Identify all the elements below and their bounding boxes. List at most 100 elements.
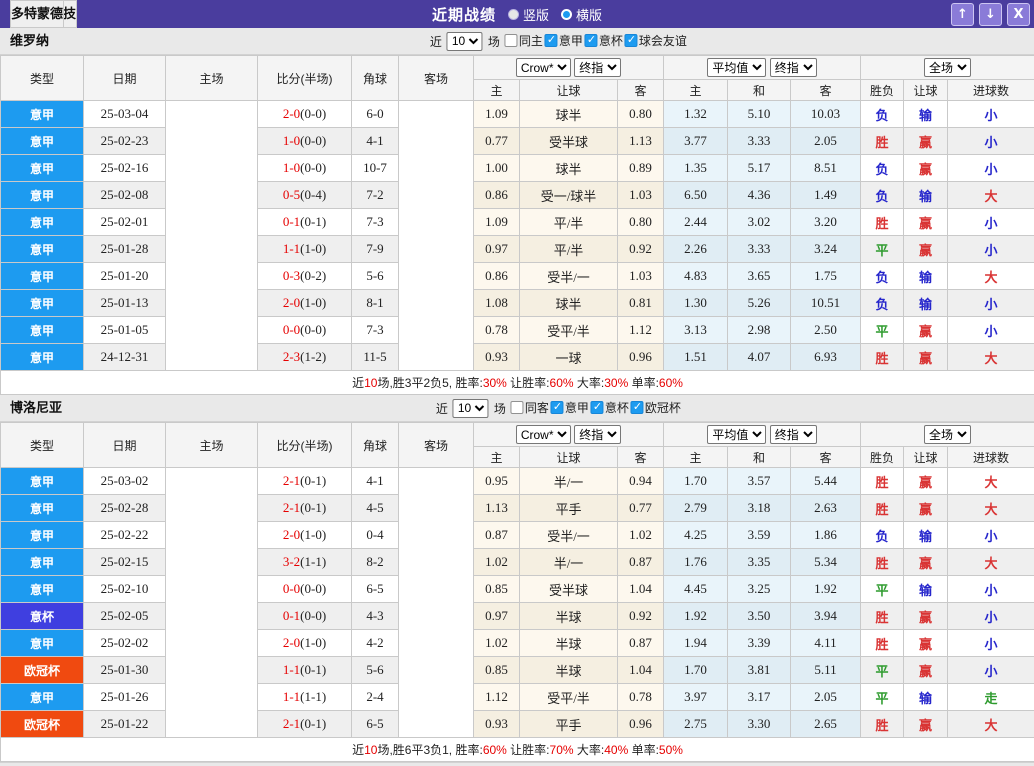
fulltime-score: 1-1 — [283, 241, 300, 256]
avg-home: 1.70 — [664, 468, 728, 495]
filter-checkbox[interactable]: 意杯 — [591, 399, 629, 416]
odds-company-select[interactable]: Crow* — [516, 58, 571, 77]
filter-checkbox-label: 欧冠杯 — [645, 399, 681, 416]
col-header-date: 日期 — [84, 56, 166, 101]
league-type-badge: 意甲 — [1, 101, 84, 128]
summary-text: 60% — [550, 376, 574, 390]
radio-horizontal-label: 横版 — [576, 5, 602, 24]
avg-away: 1.49 — [791, 182, 861, 209]
result-handicap: 赢 — [904, 128, 948, 155]
table-row: 意甲25-01-201维罗纳0-3(0-2)5-6拉齐奥0.86受半/一1.03… — [1, 263, 1034, 290]
match-date: 25-01-20 — [84, 263, 166, 290]
checkbox-icon — [631, 401, 644, 414]
avg-home: 3.77 — [664, 128, 728, 155]
avg-away: 4.11 — [791, 630, 861, 657]
filter-checkbox[interactable]: 欧冠杯 — [631, 399, 681, 416]
result-goals: 小 — [948, 236, 1034, 263]
avg-away: 2.63 — [791, 495, 861, 522]
matches-table-verona: 类型 日期 主场 比分(半场) 角球 客场 Crow* 终指 平均值 终指 全场… — [0, 55, 1034, 395]
odds-handicap: 受半球 — [520, 128, 618, 155]
odds-group-header: Crow* 终指 — [474, 423, 664, 447]
filter-checkbox-group: 同主意甲意杯球会友谊 — [503, 32, 687, 50]
col-header-home: 主场 — [166, 56, 258, 101]
avg-stage-select[interactable]: 终指 — [770, 58, 817, 77]
avg-source-select[interactable]: 平均值 — [707, 425, 766, 444]
filter-checkbox[interactable]: 同客 — [511, 399, 549, 416]
league-type-badge: 意甲 — [1, 495, 84, 522]
corner-count: 10-7 — [352, 155, 399, 182]
avg-draw: 3.33 — [728, 236, 791, 263]
score-cell: 2-0(1-0) — [258, 290, 352, 317]
match-date: 25-01-22 — [84, 711, 166, 738]
league-type-badge: 意甲 — [1, 317, 84, 344]
score-cell: 2-0(1-0) — [258, 630, 352, 657]
filter-checkbox[interactable]: 意甲 — [545, 32, 583, 49]
result-handicap: 赢 — [904, 468, 948, 495]
match-date: 24-12-31 — [84, 344, 166, 371]
scope-select[interactable]: 全场 — [924, 425, 971, 444]
layout-radio-horizontal[interactable]: 横版 — [561, 5, 602, 24]
avg-away: 3.94 — [791, 603, 861, 630]
avg-away: 1.86 — [791, 522, 861, 549]
odds-home: 0.97 — [474, 603, 520, 630]
result-outcome: 胜 — [861, 711, 904, 738]
summary-text: 50% — [659, 743, 683, 757]
avg-away: 2.05 — [791, 128, 861, 155]
halftime-score: (1-2) — [300, 349, 326, 364]
filter-checkbox[interactable]: 同主 — [505, 32, 543, 49]
odds-stage-select[interactable]: 终指 — [574, 58, 621, 77]
filter-controls: 近 10 场 同客意甲意杯欧冠杯 — [436, 395, 681, 421]
odds-group-header: Crow* 终指 — [474, 56, 664, 80]
match-count-select[interactable]: 10 — [453, 399, 489, 418]
move-down-button[interactable]: ↓ — [979, 3, 1002, 26]
avg-away: 2.05 — [791, 684, 861, 711]
table-row: 意杯25-02-05亚特兰大0-1(0-0)4-3博洛尼亚0.97半球0.921… — [1, 603, 1034, 630]
result-group-header: 全场 — [861, 56, 1034, 80]
odds-away: 0.80 — [618, 209, 664, 236]
scope-select[interactable]: 全场 — [924, 58, 971, 77]
filter-checkbox[interactable]: 意杯 — [585, 32, 623, 49]
col-header-type: 类型 — [1, 423, 84, 468]
summary-text: 30% — [604, 376, 628, 390]
close-button[interactable]: X — [1007, 3, 1030, 26]
summary-text: 大率: — [574, 743, 605, 757]
match-date: 25-02-08 — [84, 182, 166, 209]
score-cell: 0-3(0-2) — [258, 263, 352, 290]
odds-handicap: 半球 — [520, 603, 618, 630]
avg-source-select[interactable]: 平均值 — [707, 58, 766, 77]
avg-away: 2.65 — [791, 711, 861, 738]
move-up-button[interactable]: ↑ — [951, 3, 974, 26]
result-outcome: 负 — [861, 182, 904, 209]
away-team: 多特蒙德 — [10, 0, 64, 28]
summary-text: 让胜率: — [507, 743, 550, 757]
summary-text: 10 — [364, 376, 377, 390]
matches-body: 意甲25-03-04尤文图斯2-0(0-0)6-0维罗纳1.09球半0.801.… — [1, 101, 1034, 371]
odds-stage-select[interactable]: 终指 — [574, 425, 621, 444]
odds-away: 0.87 — [618, 549, 664, 576]
match-count-select[interactable]: 10 — [447, 32, 483, 51]
filter-checkbox[interactable]: 意甲 — [551, 399, 589, 416]
match-date: 25-02-02 — [84, 630, 166, 657]
layout-radio-vertical[interactable]: 竖版 — [508, 5, 549, 24]
avg-draw: 3.30 — [728, 711, 791, 738]
odds-company-select[interactable]: Crow* — [516, 425, 571, 444]
result-outcome: 平 — [861, 684, 904, 711]
avg-stage-select[interactable]: 终指 — [770, 425, 817, 444]
result-outcome: 负 — [861, 522, 904, 549]
summary-text: 近 — [352, 743, 364, 757]
games-label: 场 — [494, 400, 506, 417]
odds-handicap: 受半/一 — [520, 522, 618, 549]
checkbox-icon — [585, 34, 598, 47]
matches-table-bologna: 类型 日期 主场 比分(半场) 角球 客场 Crow* 终指 平均值 终指 全场… — [0, 422, 1034, 762]
summary-text: 场,胜6平3负1, 胜率: — [377, 743, 482, 757]
odds-handicap: 受半球 — [520, 576, 618, 603]
corner-count: 7-3 — [352, 209, 399, 236]
odds-home: 1.13 — [474, 495, 520, 522]
score-cell: 0-0(0-0) — [258, 576, 352, 603]
filter-checkbox[interactable]: 球会友谊 — [625, 32, 687, 49]
avg-away: 1.75 — [791, 263, 861, 290]
league-type-badge: 意甲 — [1, 182, 84, 209]
match-date: 25-01-30 — [84, 657, 166, 684]
corner-count: 0-4 — [352, 522, 399, 549]
result-handicap: 输 — [904, 101, 948, 128]
